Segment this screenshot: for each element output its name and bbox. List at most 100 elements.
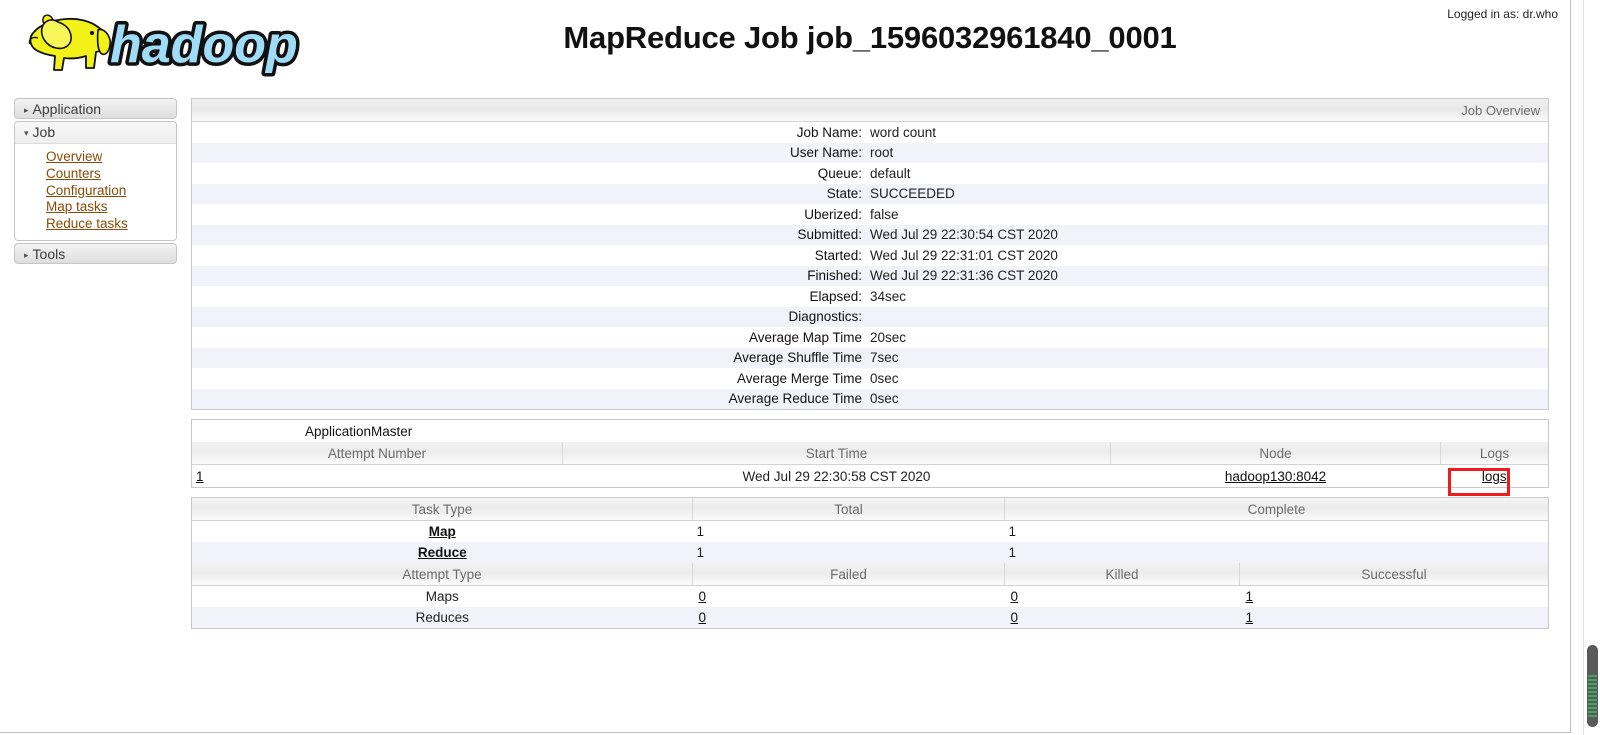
table-row: State: SUCCEEDED: [191, 183, 1549, 204]
column-header-killed: Killed: [1004, 563, 1240, 586]
average-map-time-value: 20sec: [870, 329, 907, 345]
submitted-value: Wed Jul 29 22:30:54 CST 2020: [870, 227, 1058, 243]
queue-value: default: [870, 165, 911, 181]
maps-successful-cell: 1: [1240, 586, 1549, 608]
reduce-tasks-link[interactable]: Reduce: [418, 545, 467, 560]
diagnostics-label: Diagnostics:: [788, 309, 862, 325]
maps-failed-link[interactable]: 0: [699, 589, 707, 604]
table-row: Reduces 0 0 1: [191, 607, 1549, 629]
task-type-map-cell: Map: [192, 521, 693, 543]
chevron-down-icon: ▾: [24, 128, 29, 138]
column-header-complete: Complete: [1004, 497, 1549, 521]
table-row: Average Merge Time 0sec: [191, 368, 1549, 389]
sidebar-job-links: Overview Counters Configuration Map task…: [15, 144, 176, 240]
table-row: Average Map Time 20sec: [191, 327, 1549, 348]
average-reduce-time-label: Average Reduce Time: [728, 391, 862, 407]
logs-link[interactable]: logs: [1482, 469, 1507, 484]
sidebar-item-map-tasks[interactable]: Map tasks: [15, 199, 176, 216]
reduces-killed-link[interactable]: 0: [1011, 610, 1019, 625]
sidebar-section-application-label: Application: [32, 101, 102, 117]
scrollbar-thumb[interactable]: [1587, 645, 1598, 727]
started-value: Wed Jul 29 22:31:01 CST 2020: [870, 247, 1058, 263]
task-summary-table: Task Type Total Complete Map 1 1 Reduce …: [191, 497, 1549, 629]
reduce-total-value: 1: [696, 545, 705, 560]
average-shuffle-time-label: Average Shuffle Time: [733, 350, 862, 366]
average-merge-time-value: 0sec: [870, 370, 899, 386]
table-row: Elapsed: 34sec: [191, 286, 1549, 307]
sidebar-item-overview[interactable]: Overview: [15, 149, 176, 166]
sidebar-item-reduce-tasks[interactable]: Reduce tasks: [15, 216, 176, 233]
submitted-label: Submitted:: [797, 227, 862, 243]
sidebar-section-tools-label: Tools: [32, 245, 66, 262]
average-reduce-time-value: 0sec: [870, 391, 899, 407]
hadoop-logo[interactable]: hadoop hadoop: [14, 6, 314, 84]
page-container: hadoop hadoop MapReduce Job job_15960329…: [0, 0, 1571, 733]
maps-failed-cell: 0: [693, 586, 1005, 608]
finished-value: Wed Jul 29 22:31:36 CST 2020: [870, 268, 1058, 284]
sidebar-nav: ▸ Application ▾ Job Overview Counters Conf…: [14, 98, 177, 266]
maps-successful-link[interactable]: 1: [1246, 589, 1254, 604]
job-overview-caption-row: Job Overview: [191, 98, 1549, 122]
table-row: Reduce 1 1: [191, 542, 1549, 563]
started-label: Started:: [814, 247, 862, 263]
uberized-label: Uberized:: [804, 206, 862, 222]
sidebar-item-configuration[interactable]: Configuration: [15, 183, 176, 200]
hadoop-logo-svg: hadoop hadoop: [28, 13, 302, 78]
attempt-number-cell: 1: [192, 465, 563, 488]
uberized-value: false: [870, 206, 899, 222]
node-link[interactable]: hadoop130:8042: [1225, 469, 1326, 484]
table-row: Diagnostics:: [191, 306, 1549, 328]
average-shuffle-time-value: 7sec: [870, 350, 899, 366]
maps-killed-link[interactable]: 0: [1011, 589, 1019, 604]
sidebar-section-job-header[interactable]: ▾ Job: [15, 122, 176, 144]
map-tasks-link[interactable]: Map: [429, 524, 456, 539]
attempt-number-link[interactable]: 1: [196, 469, 204, 484]
hadoop-wordmark: hadoop hadoop: [107, 13, 302, 78]
elapsed-value: 34sec: [870, 288, 907, 304]
page-header: hadoop hadoop MapReduce Job job_15960329…: [0, 0, 1570, 90]
column-header-failed: Failed: [692, 563, 1005, 586]
table-row: Maps 0 0 1: [191, 585, 1549, 608]
vertical-scrollbar[interactable]: [1583, 0, 1600, 735]
start-time-cell: Wed Jul 29 22:30:58 CST 2020: [742, 468, 931, 484]
job-overview-table: Job Overview Job Name: word count User N…: [191, 98, 1549, 410]
column-header-task-type: Task Type: [191, 497, 693, 521]
column-header-attempt-type: Attempt Type: [191, 563, 693, 586]
application-master-title: ApplicationMaster: [191, 419, 1549, 442]
sidebar-section-job-label: Job: [32, 124, 56, 140]
application-master-title-row: ApplicationMaster: [191, 419, 1549, 442]
svg-text:hadoop: hadoop: [110, 16, 298, 74]
sidebar-section-job: ▾ Job Overview Counters Configuration Map…: [14, 121, 177, 241]
table-row: 1 Wed Jul 29 22:30:58 CST 2020 hadoop130…: [191, 464, 1549, 488]
diagnostics-value: [870, 307, 1549, 328]
logged-in-user: Logged in as: dr.who: [1447, 7, 1558, 21]
sidebar-section-application[interactable]: ▸ Application: [14, 98, 177, 119]
column-header-total: Total: [692, 497, 1005, 521]
state-value: SUCCEEDED: [870, 186, 955, 202]
column-header-node: Node: [1110, 442, 1441, 465]
reduces-successful-cell: 1: [1240, 607, 1549, 629]
table-row: Uberized: false: [191, 204, 1549, 225]
user-name-label: User Name:: [789, 145, 862, 161]
table-row: Finished: Wed Jul 29 22:31:36 CST 2020: [191, 265, 1549, 286]
sidebar-section-tools[interactable]: ▸ Tools: [14, 242, 177, 264]
reduces-failed-link[interactable]: 0: [699, 610, 707, 625]
attempt-type-maps-label: Maps: [425, 589, 459, 604]
elapsed-label: Elapsed:: [809, 288, 862, 304]
page-title: MapReduce Job job_1596032961840_0001: [563, 20, 1177, 55]
column-header-logs: Logs: [1440, 442, 1549, 465]
maps-killed-cell: 0: [1005, 586, 1240, 608]
column-header-start-time: Start Time: [562, 442, 1111, 465]
table-row: Started: Wed Jul 29 22:31:01 CST 2020: [191, 245, 1549, 266]
sidebar-item-counters[interactable]: Counters: [15, 166, 176, 183]
reduces-successful-link[interactable]: 1: [1246, 610, 1254, 625]
column-header-successful: Successful: [1239, 563, 1549, 586]
task-type-reduce-cell: Reduce: [192, 542, 693, 563]
map-complete-value: 1: [1008, 524, 1017, 539]
scrollbar-grip-icon: [1588, 675, 1597, 717]
reduce-complete-value: 1: [1008, 545, 1017, 560]
chevron-right-icon: ▸: [24, 249, 29, 260]
table-row: Average Shuffle Time 7sec: [191, 347, 1549, 368]
average-merge-time-label: Average Merge Time: [736, 370, 862, 386]
job-overview-caption: Job Overview: [191, 98, 1549, 122]
